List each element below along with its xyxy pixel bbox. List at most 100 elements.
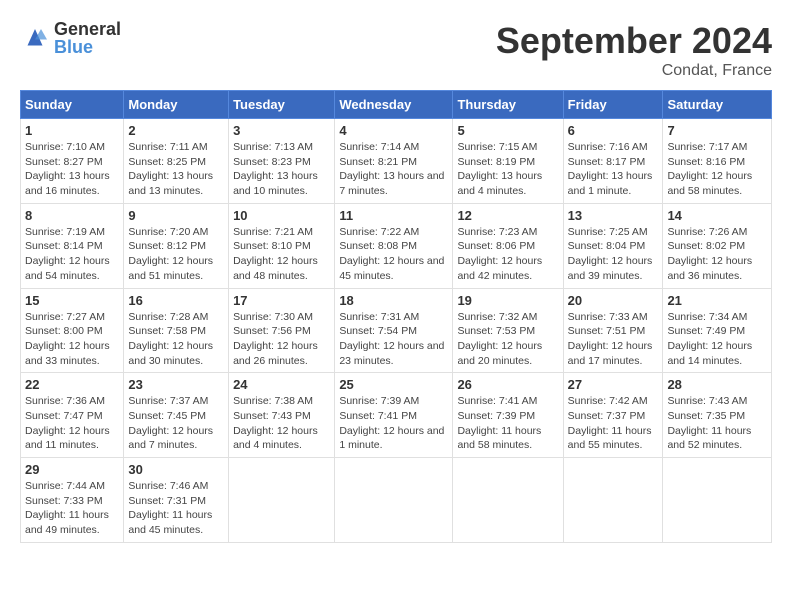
table-cell: 16 Sunrise: 7:28 AM Sunset: 7:58 PM Dayl… xyxy=(124,288,229,373)
day-number: 20 xyxy=(568,293,659,308)
sunset-text: Sunset: 7:49 PM xyxy=(667,325,745,337)
day-number: 22 xyxy=(25,377,119,392)
table-cell: 3 Sunrise: 7:13 AM Sunset: 8:23 PM Dayli… xyxy=(229,119,335,204)
sunrise-text: Sunrise: 7:30 AM xyxy=(233,311,313,323)
calendar-week-row: 1 Sunrise: 7:10 AM Sunset: 8:27 PM Dayli… xyxy=(21,119,772,204)
sunset-text: Sunset: 7:39 PM xyxy=(457,410,535,422)
sunset-text: Sunset: 7:53 PM xyxy=(457,325,535,337)
day-detail: Sunrise: 7:44 AM Sunset: 7:33 PM Dayligh… xyxy=(25,479,119,538)
day-number: 5 xyxy=(457,123,558,138)
day-number: 26 xyxy=(457,377,558,392)
sunrise-text: Sunrise: 7:13 AM xyxy=(233,141,313,153)
table-cell: 24 Sunrise: 7:38 AM Sunset: 7:43 PM Dayl… xyxy=(229,373,335,458)
daylight-text: Daylight: 12 hours and 45 minutes. xyxy=(339,255,444,282)
daylight-text: Daylight: 12 hours and 39 minutes. xyxy=(568,255,653,282)
day-number: 8 xyxy=(25,208,119,223)
sunrise-text: Sunrise: 7:23 AM xyxy=(457,226,537,238)
sunrise-text: Sunrise: 7:20 AM xyxy=(128,226,208,238)
daylight-text: Daylight: 12 hours and 1 minute. xyxy=(339,425,444,452)
sunset-text: Sunset: 8:23 PM xyxy=(233,156,311,168)
location: Condat, France xyxy=(496,62,772,80)
sunset-text: Sunset: 8:04 PM xyxy=(568,240,646,252)
sunset-text: Sunset: 8:21 PM xyxy=(339,156,417,168)
table-cell: 20 Sunrise: 7:33 AM Sunset: 7:51 PM Dayl… xyxy=(563,288,663,373)
daylight-text: Daylight: 12 hours and 20 minutes. xyxy=(457,340,542,367)
sunset-text: Sunset: 8:10 PM xyxy=(233,240,311,252)
table-cell: 12 Sunrise: 7:23 AM Sunset: 8:06 PM Dayl… xyxy=(453,203,563,288)
table-cell: 18 Sunrise: 7:31 AM Sunset: 7:54 PM Dayl… xyxy=(335,288,453,373)
day-detail: Sunrise: 7:46 AM Sunset: 7:31 PM Dayligh… xyxy=(128,479,224,538)
table-cell xyxy=(563,458,663,543)
title-block: September 2024 Condat, France xyxy=(496,20,772,80)
sunrise-text: Sunrise: 7:11 AM xyxy=(128,141,207,153)
day-detail: Sunrise: 7:43 AM Sunset: 7:35 PM Dayligh… xyxy=(667,394,767,453)
col-sunday: Sunday xyxy=(21,91,124,119)
daylight-text: Daylight: 12 hours and 11 minutes. xyxy=(25,425,110,452)
day-detail: Sunrise: 7:33 AM Sunset: 7:51 PM Dayligh… xyxy=(568,310,659,369)
logo: General Blue xyxy=(20,20,121,56)
sunrise-text: Sunrise: 7:16 AM xyxy=(568,141,648,153)
calendar-week-row: 22 Sunrise: 7:36 AM Sunset: 7:47 PM Dayl… xyxy=(21,373,772,458)
sunset-text: Sunset: 7:43 PM xyxy=(233,410,311,422)
day-number: 10 xyxy=(233,208,330,223)
sunset-text: Sunset: 7:45 PM xyxy=(128,410,206,422)
calendar-header-row: Sunday Monday Tuesday Wednesday Thursday… xyxy=(21,91,772,119)
day-number: 21 xyxy=(667,293,767,308)
daylight-text: Daylight: 11 hours and 55 minutes. xyxy=(568,425,652,452)
sunset-text: Sunset: 7:51 PM xyxy=(568,325,646,337)
day-detail: Sunrise: 7:30 AM Sunset: 7:56 PM Dayligh… xyxy=(233,310,330,369)
sunset-text: Sunset: 8:08 PM xyxy=(339,240,417,252)
day-number: 17 xyxy=(233,293,330,308)
table-cell: 23 Sunrise: 7:37 AM Sunset: 7:45 PM Dayl… xyxy=(124,373,229,458)
daylight-text: Daylight: 11 hours and 49 minutes. xyxy=(25,509,109,536)
sunrise-text: Sunrise: 7:26 AM xyxy=(667,226,747,238)
daylight-text: Daylight: 12 hours and 36 minutes. xyxy=(667,255,752,282)
sunrise-text: Sunrise: 7:34 AM xyxy=(667,311,747,323)
day-detail: Sunrise: 7:39 AM Sunset: 7:41 PM Dayligh… xyxy=(339,394,448,453)
col-wednesday: Wednesday xyxy=(335,91,453,119)
sunrise-text: Sunrise: 7:17 AM xyxy=(667,141,747,153)
daylight-text: Daylight: 13 hours and 10 minutes. xyxy=(233,170,318,197)
sunset-text: Sunset: 8:00 PM xyxy=(25,325,103,337)
daylight-text: Daylight: 12 hours and 51 minutes. xyxy=(128,255,213,282)
day-detail: Sunrise: 7:38 AM Sunset: 7:43 PM Dayligh… xyxy=(233,394,330,453)
sunrise-text: Sunrise: 7:33 AM xyxy=(568,311,648,323)
table-cell: 2 Sunrise: 7:11 AM Sunset: 8:25 PM Dayli… xyxy=(124,119,229,204)
day-number: 16 xyxy=(128,293,224,308)
day-number: 24 xyxy=(233,377,330,392)
sunset-text: Sunset: 8:27 PM xyxy=(25,156,103,168)
day-detail: Sunrise: 7:32 AM Sunset: 7:53 PM Dayligh… xyxy=(457,310,558,369)
logo-text: General Blue xyxy=(54,20,121,56)
daylight-text: Daylight: 12 hours and 54 minutes. xyxy=(25,255,110,282)
sunset-text: Sunset: 8:16 PM xyxy=(667,156,745,168)
table-cell: 9 Sunrise: 7:20 AM Sunset: 8:12 PM Dayli… xyxy=(124,203,229,288)
day-detail: Sunrise: 7:23 AM Sunset: 8:06 PM Dayligh… xyxy=(457,225,558,284)
sunrise-text: Sunrise: 7:28 AM xyxy=(128,311,208,323)
daylight-text: Daylight: 12 hours and 14 minutes. xyxy=(667,340,752,367)
daylight-text: Daylight: 12 hours and 48 minutes. xyxy=(233,255,318,282)
day-detail: Sunrise: 7:17 AM Sunset: 8:16 PM Dayligh… xyxy=(667,140,767,199)
daylight-text: Daylight: 13 hours and 1 minute. xyxy=(568,170,653,197)
day-number: 2 xyxy=(128,123,224,138)
day-detail: Sunrise: 7:28 AM Sunset: 7:58 PM Dayligh… xyxy=(128,310,224,369)
sunrise-text: Sunrise: 7:15 AM xyxy=(457,141,537,153)
sunset-text: Sunset: 8:17 PM xyxy=(568,156,646,168)
table-cell: 29 Sunrise: 7:44 AM Sunset: 7:33 PM Dayl… xyxy=(21,458,124,543)
sunrise-text: Sunrise: 7:36 AM xyxy=(25,395,105,407)
day-detail: Sunrise: 7:26 AM Sunset: 8:02 PM Dayligh… xyxy=(667,225,767,284)
table-cell xyxy=(335,458,453,543)
day-detail: Sunrise: 7:19 AM Sunset: 8:14 PM Dayligh… xyxy=(25,225,119,284)
table-cell: 11 Sunrise: 7:22 AM Sunset: 8:08 PM Dayl… xyxy=(335,203,453,288)
sunset-text: Sunset: 7:47 PM xyxy=(25,410,103,422)
sunrise-text: Sunrise: 7:42 AM xyxy=(568,395,648,407)
daylight-text: Daylight: 13 hours and 16 minutes. xyxy=(25,170,110,197)
daylight-text: Daylight: 12 hours and 7 minutes. xyxy=(128,425,213,452)
day-number: 4 xyxy=(339,123,448,138)
daylight-text: Daylight: 12 hours and 17 minutes. xyxy=(568,340,653,367)
sunrise-text: Sunrise: 7:10 AM xyxy=(25,141,105,153)
day-detail: Sunrise: 7:34 AM Sunset: 7:49 PM Dayligh… xyxy=(667,310,767,369)
sunrise-text: Sunrise: 7:44 AM xyxy=(25,480,105,492)
calendar-table: Sunday Monday Tuesday Wednesday Thursday… xyxy=(20,90,772,543)
day-number: 3 xyxy=(233,123,330,138)
daylight-text: Daylight: 12 hours and 42 minutes. xyxy=(457,255,542,282)
